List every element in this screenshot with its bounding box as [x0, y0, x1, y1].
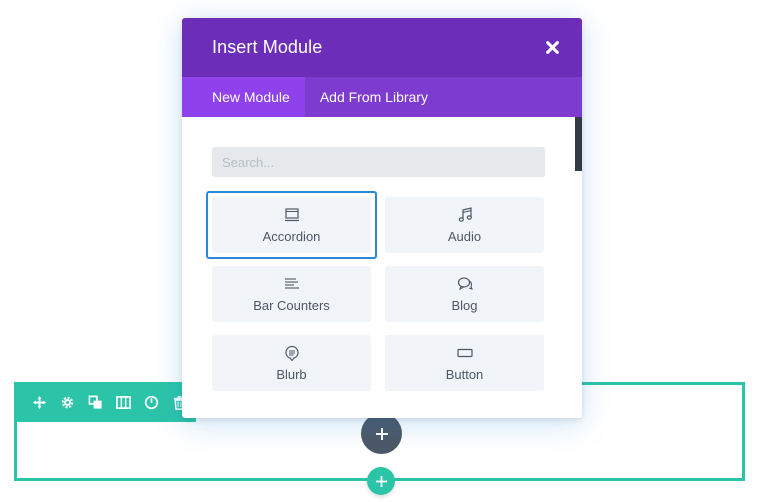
move-icon[interactable] — [25, 388, 53, 416]
music-note-icon — [456, 206, 474, 223]
tab-add-from-library[interactable]: Add From Library — [305, 77, 443, 117]
columns-icon[interactable] — [109, 388, 137, 416]
module-audio[interactable]: Audio — [385, 197, 544, 253]
module-label: Bar Counters — [253, 297, 330, 313]
module-label: Blog — [451, 297, 478, 313]
module-label: Button — [445, 366, 484, 382]
modal-body: Accordion Audio Bar Counters Blog — [182, 117, 582, 418]
module-label: Audio — [447, 228, 482, 244]
modal-tabs: New Module Add From Library — [182, 77, 582, 117]
module-blog[interactable]: Blog — [385, 266, 544, 322]
module-bar-counters[interactable]: Bar Counters — [212, 266, 371, 322]
search-input[interactable] — [212, 147, 545, 177]
modal-header: Insert Module — [182, 18, 582, 77]
modal-title: Insert Module — [212, 37, 323, 57]
accordion-icon — [283, 207, 301, 223]
module-grid: Accordion Audio Bar Counters Blog Blurb … — [206, 191, 545, 391]
module-blurb[interactable]: Blurb — [212, 335, 371, 391]
module-button[interactable]: Button — [385, 335, 544, 391]
scrollbar[interactable] — [575, 117, 582, 171]
add-row-button[interactable] — [367, 467, 395, 495]
module-label: Accordion — [262, 228, 321, 244]
module-label: Blurb — [276, 366, 307, 382]
duplicate-icon[interactable] — [81, 388, 109, 416]
tab-new-module[interactable]: New Module — [182, 77, 305, 117]
row-toolbar — [14, 382, 196, 422]
chat-bubbles-icon — [456, 276, 474, 292]
add-module-button[interactable] — [361, 413, 402, 454]
bars-icon — [283, 276, 301, 292]
module-accordion[interactable]: Accordion — [206, 191, 377, 259]
close-button[interactable] — [544, 40, 560, 56]
button-icon — [456, 345, 474, 361]
close-icon — [545, 41, 559, 54]
blurb-icon — [283, 345, 301, 361]
power-icon[interactable] — [137, 388, 165, 416]
plus-icon — [375, 475, 387, 487]
plus-icon — [375, 427, 388, 440]
insert-module-modal: Insert Module New Module Add From Librar… — [182, 18, 582, 418]
gear-icon[interactable] — [53, 388, 81, 416]
